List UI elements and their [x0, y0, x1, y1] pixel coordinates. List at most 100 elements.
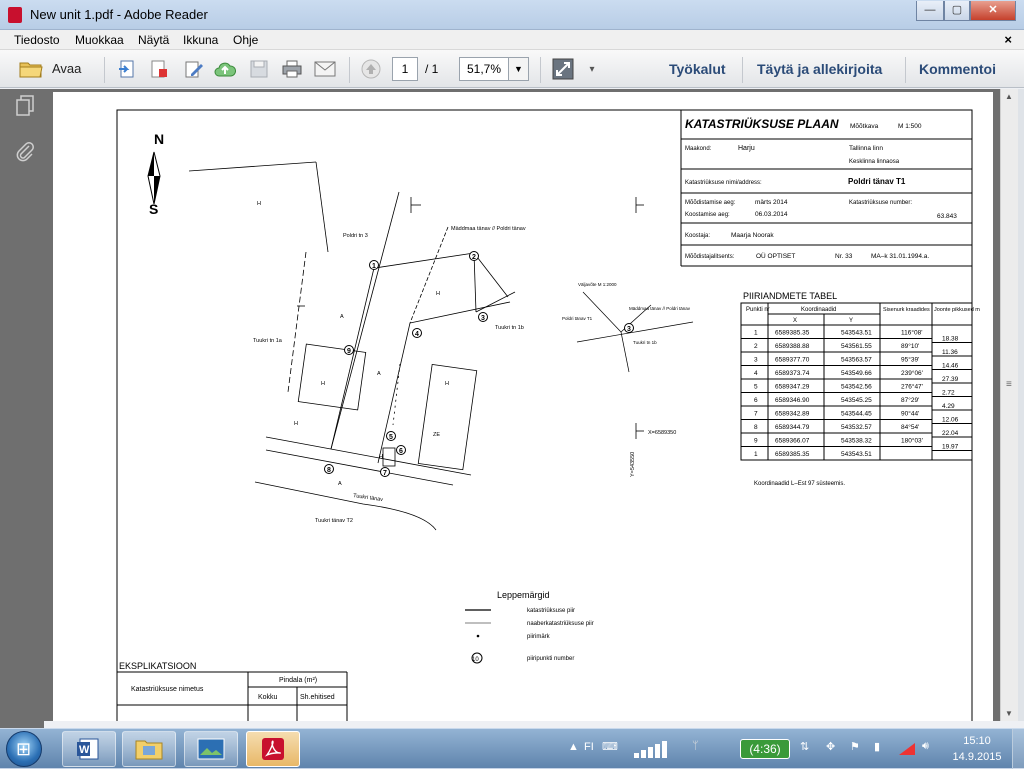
taskbar-word[interactable]: W: [62, 731, 116, 767]
comment-link[interactable]: Kommentoi: [919, 61, 996, 77]
row-x: 6589344.79: [775, 424, 810, 431]
row-y: 543538.32: [841, 438, 872, 445]
battery-status[interactable]: (4:36): [740, 739, 790, 759]
row-angle: 239°06': [901, 369, 923, 377]
licence-date: MA–k 31.01.1994.a.: [871, 253, 929, 260]
clock-date: 14.9.2015: [952, 751, 1002, 763]
survey-date: märts 2014: [755, 199, 788, 206]
scroll-grip-icon[interactable]: ≡: [1006, 379, 1012, 390]
show-desktop-button[interactable]: [1012, 729, 1024, 769]
row-x: 6589347.29: [775, 384, 810, 391]
vertical-scrollbar[interactable]: ▲ ≡ ▼: [1000, 89, 1018, 721]
keyboard-icon[interactable]: ⌨: [602, 729, 622, 769]
menu-tiedosto[interactable]: Tiedosto: [14, 33, 60, 47]
antenna-icon[interactable]: ᛘ: [692, 729, 712, 769]
row-angle: 87°29': [901, 396, 919, 404]
clock[interactable]: 15:10 14.9.2015: [948, 733, 1006, 765]
svg-text:5: 5: [389, 434, 393, 441]
row-length: 14.46: [942, 363, 959, 370]
toolbar-options-icon[interactable]: ▾: [584, 58, 600, 80]
battery-icon[interactable]: ▮: [874, 729, 892, 769]
row-angle: 116°08': [901, 329, 922, 337]
zoom-select[interactable]: 51,7% ▼: [459, 57, 529, 81]
taskbar-photos[interactable]: [184, 731, 238, 767]
right-edge: [1018, 89, 1024, 721]
fill-sign-link[interactable]: Täytä ja allekirjoita: [757, 61, 882, 77]
survey-date-label: Mõõdistamise aeg:: [685, 200, 736, 206]
scroll-up-arrow-icon[interactable]: ▲: [1005, 92, 1013, 101]
inset-street: Mäddmaa tänav // Poldri tänav: [629, 306, 691, 311]
adobe-reader-icon: [262, 738, 284, 760]
word-icon: W: [77, 738, 99, 760]
tools-link[interactable]: Työkalut: [669, 61, 726, 77]
page-number-input[interactable]: 1: [392, 57, 418, 81]
document-area[interactable]: N S KATASTRIÜKSUSE PLAAN Mõõtkava M 1:50…: [44, 89, 1000, 721]
tray-expand-icon[interactable]: ▲: [560, 729, 584, 769]
label-tuukri1b: Tuukri tn 1b: [495, 325, 524, 331]
wifi-signal-icon[interactable]: [898, 729, 918, 769]
legend-item-number: piiripunkti number: [527, 656, 574, 662]
menu-ikkuna[interactable]: Ikkuna: [183, 33, 218, 47]
action-center-flag-icon[interactable]: ⚑: [850, 729, 868, 769]
row-x: 6589373.74: [775, 370, 810, 377]
svg-text:3: 3: [627, 326, 631, 333]
navigation-panel: [0, 89, 44, 728]
language-indicator[interactable]: FI: [584, 741, 594, 753]
menu-ohje[interactable]: Ohje: [233, 33, 258, 47]
scroll-down-arrow-icon[interactable]: ▼: [1005, 709, 1013, 718]
page-total: / 1: [425, 62, 439, 76]
print-icon[interactable]: [281, 58, 303, 80]
label-h4: H: [436, 291, 440, 297]
zoom-value: 51,7%: [467, 62, 502, 76]
inset-poldri: Poldri tänav T1: [562, 316, 593, 321]
row-point: 3: [754, 357, 758, 364]
open-folder-icon[interactable]: [18, 58, 44, 80]
previous-page-icon[interactable]: [360, 58, 382, 80]
create-pdf-icon[interactable]: [116, 58, 138, 80]
menu-muokkaa[interactable]: Muokkaa: [75, 33, 124, 47]
network-icon[interactable]: ⇅: [800, 729, 820, 769]
email-icon[interactable]: [313, 58, 337, 80]
save-icon[interactable]: [248, 58, 270, 80]
volume-icon[interactable]: 🔊︎: [922, 729, 940, 769]
row-angle: 90°44': [901, 410, 919, 418]
open-button-label[interactable]: Avaa: [52, 61, 81, 76]
attachments-paperclip-icon[interactable]: [14, 141, 36, 163]
svg-text:4: 4: [415, 331, 419, 338]
svg-text:7: 7: [383, 470, 387, 477]
svg-text:1: 1: [372, 263, 376, 270]
row-x: 6589377.70: [775, 357, 810, 364]
menu-nayta[interactable]: Näytä: [138, 33, 169, 47]
licence: OÜ OPTISET: [756, 252, 795, 260]
minimize-button[interactable]: —: [916, 1, 944, 21]
export-pdf-icon[interactable]: [148, 58, 170, 80]
maximize-button[interactable]: ▢: [944, 1, 970, 21]
row-y: 543532.57: [841, 424, 872, 431]
row-y: 543549.66: [841, 370, 872, 377]
taskbar-explorer[interactable]: [122, 731, 176, 767]
close-document-button[interactable]: ×: [1004, 32, 1012, 47]
inset-scale: Väljavõte M 1:2000: [578, 282, 617, 287]
upload-cloud-icon[interactable]: [214, 58, 236, 80]
row-point: 9: [754, 438, 758, 445]
row-y: 543543.51: [841, 451, 872, 458]
row-point: 6: [754, 397, 758, 404]
page-thumbnails-icon[interactable]: [14, 95, 36, 117]
close-button[interactable]: ✕: [970, 1, 1016, 21]
row-point: 1: [754, 330, 758, 337]
clock-time: 15:10: [963, 735, 991, 747]
fit-page-icon[interactable]: [552, 58, 574, 80]
chevron-down-icon[interactable]: ▼: [508, 58, 528, 80]
row-angle: 89°10': [901, 342, 919, 350]
dropbox-icon[interactable]: ✥: [826, 729, 844, 769]
edit-pdf-icon[interactable]: [182, 58, 204, 80]
start-button[interactable]: ⊞: [6, 731, 42, 767]
row-y: 543563.57: [841, 357, 872, 364]
svg-text:8: 8: [327, 467, 331, 474]
signal-strength-icon[interactable]: [632, 729, 678, 769]
plan-title: KATASTRIÜKSUSE PLAAN: [685, 116, 839, 131]
taskbar-adobe-reader[interactable]: [246, 731, 300, 767]
explication-title: EKSPLIKATSIOON: [119, 661, 196, 671]
explication-built: Sh.ehitised: [300, 694, 335, 701]
reader-window: New unit 1.pdf - Adobe Reader — ▢ ✕ Tied…: [0, 0, 1024, 728]
